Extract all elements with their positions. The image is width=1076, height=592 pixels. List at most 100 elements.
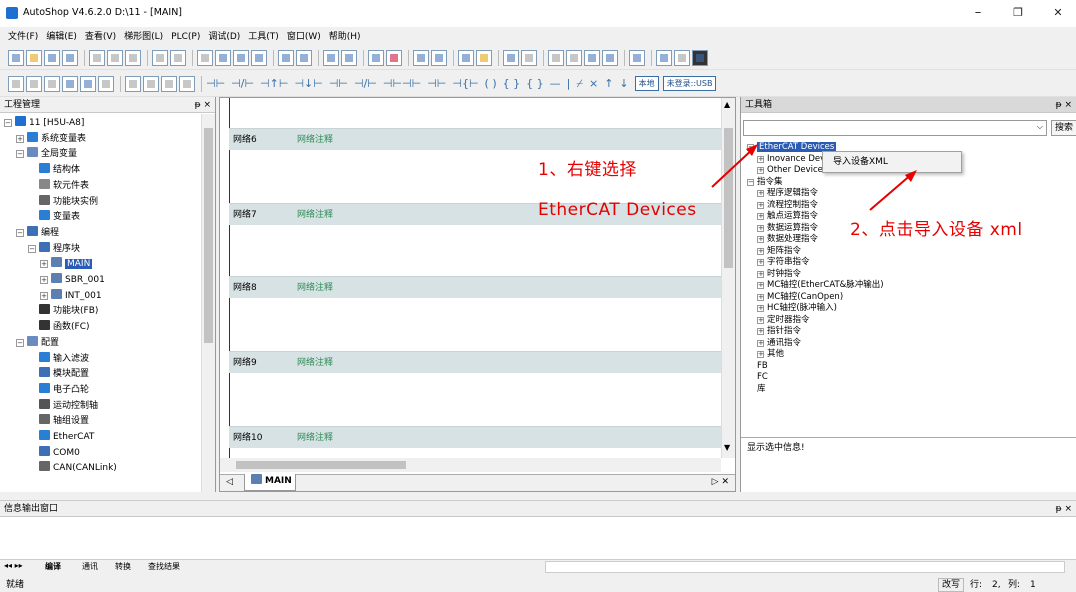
network-row[interactable]: 网络10 网络注释 [229,426,722,448]
project-tree-item[interactable]: 轴组设置 [28,414,89,427]
write-icon[interactable] [521,50,537,66]
edit-mode-icon[interactable] [503,50,519,66]
toolbox-tree-item[interactable]: 库 [747,383,766,395]
pin-close-icon[interactable]: ᵽ × [195,97,211,113]
contact-parallel-icon[interactable]: ⊣⊢ [329,77,348,90]
download-icon[interactable] [413,50,429,66]
window-cascade-icon[interactable] [296,50,312,66]
undo-icon[interactable] [152,50,168,66]
scroll-up-icon[interactable]: ▲ [724,100,730,109]
delete-icon[interactable] [197,50,213,66]
toolbox-tree-item[interactable]: FC [747,371,768,383]
project-tree-item[interactable]: 功能块(FB) [28,304,98,317]
save-icon[interactable] [44,50,60,66]
expand-icon[interactable]: + [757,316,764,324]
network-row[interactable]: 网络8 网络注释 [229,276,722,298]
toolbox-tree-item[interactable]: + 字符串指令 [757,256,810,268]
collapse-icon[interactable]: − [4,119,12,127]
delete-hline-icon[interactable] [161,75,177,92]
maximize-button[interactable]: ❐ [998,2,1038,24]
local-button[interactable]: 本地 [634,76,659,91]
hline-draw-icon[interactable]: — [550,77,561,90]
contact-no-icon[interactable]: ⊣⊢ [206,77,225,90]
tab-find-results[interactable]: 查找结果 [148,560,180,574]
tab-compile[interactable]: 编译 [45,560,61,574]
project-tree-item[interactable]: CAN(CANLink) [28,461,117,474]
grid-icon[interactable] [548,50,564,66]
monitor-icon[interactable] [458,50,474,66]
chevron-down-icon[interactable]: ⌵ [1037,122,1043,132]
menu-edit[interactable]: 编辑(E) [42,27,81,47]
align-icon[interactable] [584,50,600,66]
project-tree-item[interactable]: 运动控制轴 [28,398,98,412]
open-folder-icon[interactable] [26,50,42,66]
editor-hscroll[interactable] [220,458,721,472]
expand-icon[interactable]: + [757,270,764,278]
project-tree-item[interactable]: 结构体 [28,163,80,176]
project-tree-item[interactable]: 软元件表 [28,178,89,192]
search-icon[interactable] [215,50,231,66]
project-tree-item[interactable]: 电子凸轮 [28,382,89,396]
project-tree-item[interactable]: − 11 [H5U-A8] [4,116,84,129]
project-tree-item[interactable]: 函数(FC) [28,320,89,333]
project-tree-item[interactable]: + SBR_001 [40,273,105,286]
menu-help[interactable]: 帮助(H) [325,27,365,47]
expand-icon[interactable]: + [757,247,764,255]
arrow-up-icon[interactable]: ↑ [604,77,613,90]
vline-draw-icon[interactable]: | [567,77,571,90]
func-block-2-icon[interactable]: { } [526,77,544,90]
expand-icon[interactable]: + [757,339,764,347]
toolbox-tree-item[interactable]: + MC轴控(CanOpen) [757,291,843,303]
toolbox-tree-item[interactable]: + 指针指令 [757,325,801,337]
hline-icon[interactable] [125,75,141,92]
menu-view[interactable]: 查看(V) [81,27,120,47]
compare-icon[interactable]: ⊣⊢ [427,77,446,90]
tab-close-icon[interactable]: ▷ ✕ [712,477,729,487]
expand-icon[interactable]: + [16,134,24,143]
open-contact-icon[interactable] [62,75,78,92]
menu-file[interactable]: 文件(F) [4,27,42,47]
collapse-icon[interactable]: − [28,244,36,253]
project-tree-item[interactable]: COM0 [28,445,80,459]
search-button[interactable]: 搜索 [1051,120,1076,136]
network-config-icon[interactable] [251,50,267,66]
toolbox-tree-item[interactable]: + 矩阵指令 [757,245,801,257]
compile-icon[interactable] [323,50,339,66]
save-all-icon[interactable] [62,50,78,66]
project-tree-item[interactable]: + MAIN [40,257,93,270]
screen-icon[interactable] [692,50,708,66]
tab-convert[interactable]: 转换 [115,560,131,574]
collapse-icon[interactable]: − [16,338,24,347]
tab-comm[interactable]: 通讯 [82,560,98,574]
project-tree-item[interactable]: 变量表 [28,210,80,223]
collapse-icon[interactable]: − [16,228,24,237]
expand-icon[interactable]: + [757,236,764,243]
st-icon[interactable] [44,75,60,92]
toolbox-tree-item[interactable]: + 其他 [757,348,784,360]
pin-close-icon[interactable]: ᵽ × [1056,501,1072,517]
delete-vline-icon[interactable] [179,75,195,92]
invert-icon[interactable]: ⌿ [576,77,583,91]
project-tree-item[interactable]: − 全局变量 [16,147,77,160]
cross-icon[interactable]: ⨯ [589,77,598,90]
sfc-icon[interactable] [26,75,42,92]
tab-main[interactable]: MAIN [244,474,296,491]
pin-close-icon[interactable]: ᵽ × [1056,97,1072,113]
scrollbar[interactable] [201,114,215,492]
project-tree-item[interactable]: + INT_001 [40,288,102,302]
expand-icon[interactable]: + [40,291,48,300]
cut-icon[interactable] [89,50,105,66]
expand-icon[interactable]: + [40,276,48,284]
align-2-icon[interactable] [602,50,618,66]
project-tree-item[interactable]: − 配置 [16,335,59,349]
func-block-icon[interactable]: { } [503,77,521,90]
collapse-icon[interactable]: − [16,150,24,159]
menu-tools[interactable]: 工具(T) [244,27,283,47]
debug-icon[interactable] [476,50,492,66]
contact-nc-icon[interactable]: ⊣/⊢ [231,77,254,90]
window-tile-icon[interactable] [278,50,294,66]
stop-icon[interactable] [386,50,402,66]
project-tree-item[interactable]: − 程序块 [28,241,80,255]
toolbox-tree-item[interactable]: + 数据运算指令 [757,222,818,234]
coil-icon[interactable]: ( ) [485,77,497,90]
